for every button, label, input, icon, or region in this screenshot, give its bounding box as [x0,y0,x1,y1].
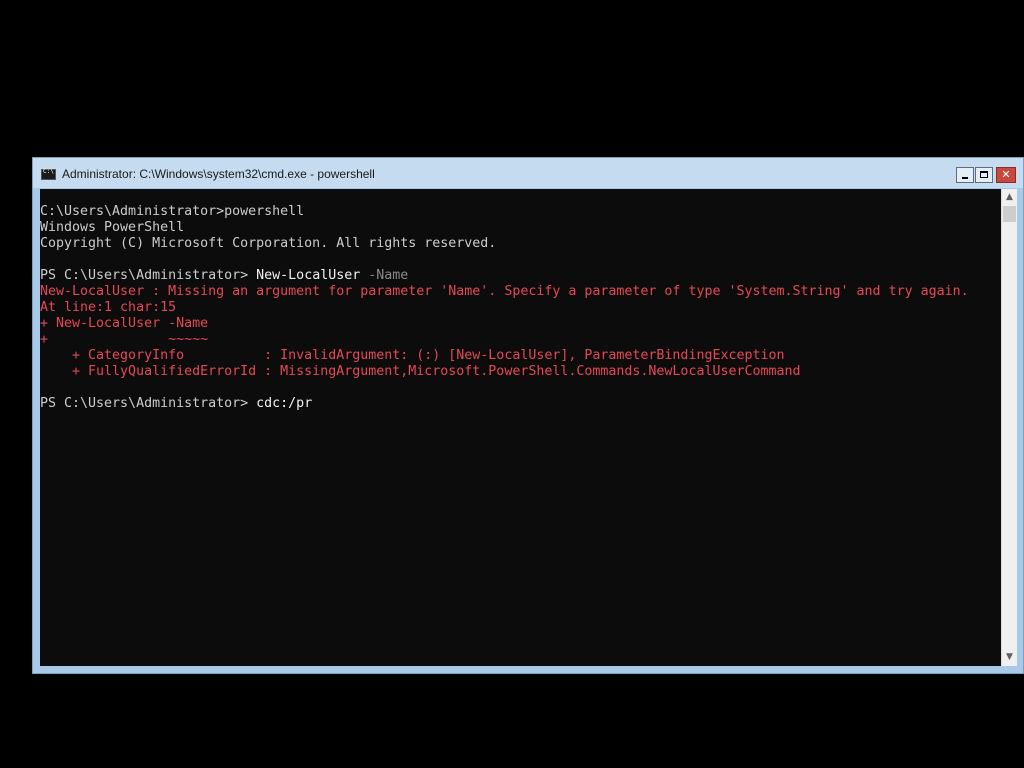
console-error-text: At line:1 char:15 [40,300,177,315]
console-line: + FullyQualifiedErrorId : MissingArgumen… [40,364,969,380]
console-line: + New-LocalUser -Name [40,316,969,332]
window-title: Administrator: C:\Windows\system32\cmd.e… [62,167,375,181]
title-bar[interactable]: Administrator: C:\Windows\system32\cmd.e… [33,158,1023,188]
console-line: New-LocalUser : Missing an argument for … [40,284,969,300]
console-command: cdc:/pr [256,396,313,411]
console-line: Copyright (C) Microsoft Corporation. All… [40,236,969,252]
console-text-line: C:\Users\Administrator>powershell [40,204,305,219]
console-line: C:\Users\Administrator>powershell [40,204,969,220]
console-output[interactable]: C:\Users\Administrator>powershell Windows… [40,189,1001,666]
console-command: New-LocalUser [256,268,361,283]
console-text-line: Copyright (C) Microsoft Corporation. All… [40,236,497,251]
console-error-text: + FullyQualifiedErrorId : MissingArgumen… [40,364,801,379]
scroll-down-icon[interactable]: ▼ [1002,649,1017,666]
console-prompt: PS C:\Users\Administrator> [40,396,257,411]
minimize-icon [962,177,968,179]
console-error-text: + ~~~~~ [40,332,209,347]
console-line: + ~~~~~ [40,332,969,348]
console-error-text: New-LocalUser : Missing an argument for … [40,284,969,299]
console-line: PS C:\Users\Administrator> cdc:/pr [40,396,969,412]
console-text: C:\Users\Administrator>powershell Windows… [40,204,969,412]
console-error-text: + New-LocalUser -Name [40,316,209,331]
console-argument: -Name [360,268,409,283]
console-line: + CategoryInfo : InvalidArgument: (:) [N… [40,348,969,364]
console-line: At line:1 char:15 [40,300,969,316]
minimize-button[interactable] [956,167,974,183]
maximize-button[interactable] [975,167,993,183]
cmd-icon[interactable] [41,168,56,180]
console-line: Windows PowerShell [40,220,969,236]
console-prompt: PS C:\Users\Administrator> [40,268,257,283]
console-line: PS C:\Users\Administrator> New-LocalUser… [40,268,969,284]
close-button[interactable]: ✕ [996,167,1016,183]
console-error-text: + CategoryInfo : InvalidArgument: (:) [N… [40,348,785,363]
console-window[interactable]: Administrator: C:\Windows\system32\cmd.e… [32,157,1024,674]
console-text-line: Windows PowerShell [40,220,185,235]
scroll-thumb[interactable] [1003,206,1016,222]
vertical-scrollbar[interactable]: ▲ ▼ [1001,189,1017,666]
scroll-up-icon[interactable]: ▲ [1002,189,1017,206]
close-icon: ✕ [1001,168,1011,181]
maximize-icon [980,171,988,178]
